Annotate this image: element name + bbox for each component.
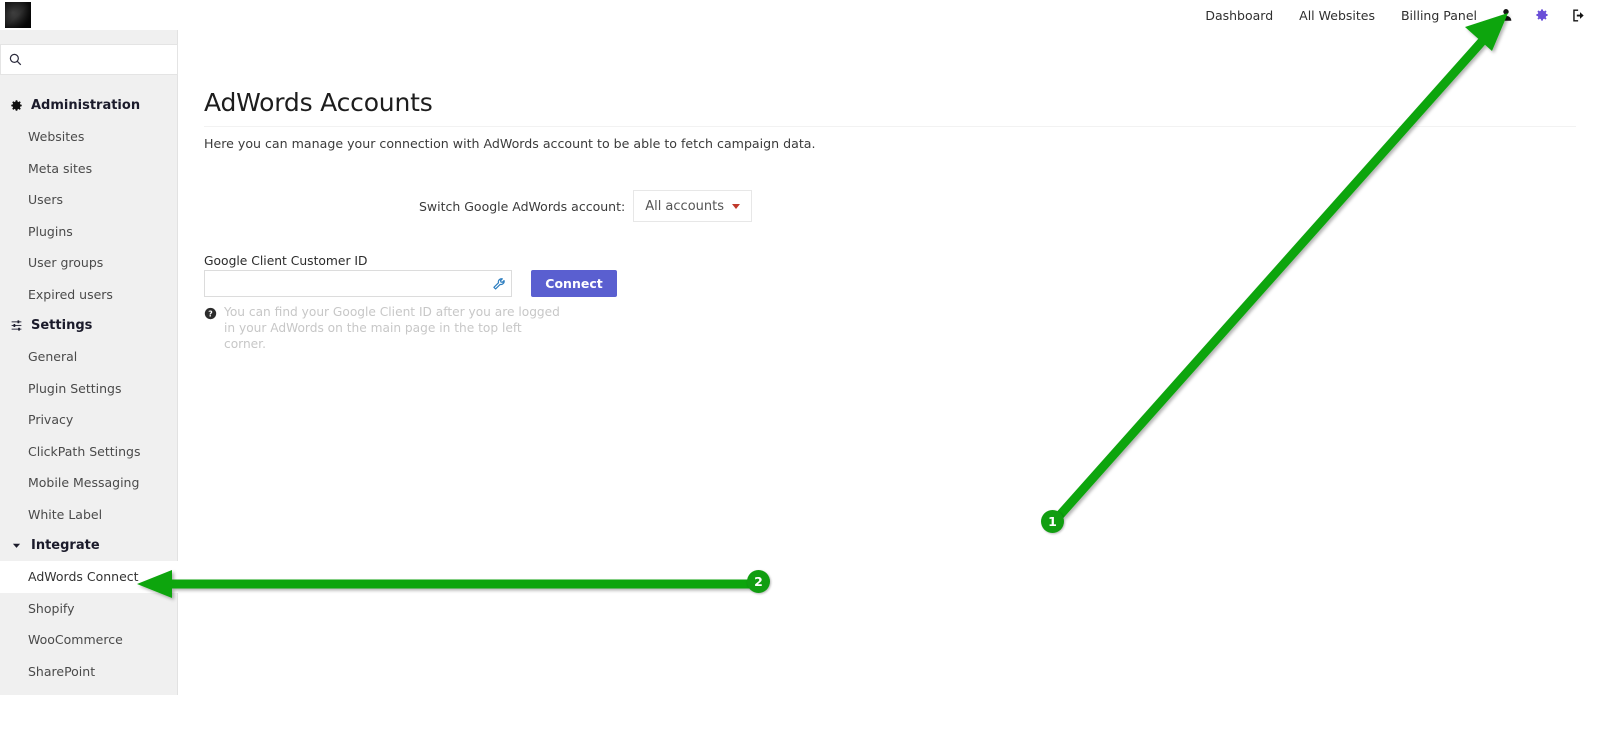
sidebar-item-clickpath-settings[interactable]: ClickPath Settings — [0, 436, 178, 468]
search-icon — [9, 53, 22, 66]
sidebar-item-sharepoint[interactable]: SharePoint — [0, 656, 178, 688]
logout-icon[interactable] — [1571, 8, 1586, 23]
sidebar-item-meta-sites[interactable]: Meta sites — [0, 153, 178, 185]
sidebar-item-shopify[interactable]: Shopify — [0, 593, 178, 625]
sidebar-section-label: Administration — [31, 98, 141, 113]
chevron-down-icon — [8, 541, 24, 550]
gear-icon — [8, 99, 24, 112]
page-title: AdWords Accounts — [204, 88, 433, 117]
user-icon[interactable] — [1499, 8, 1513, 22]
switch-account-label: Switch Google AdWords account: — [418, 198, 626, 214]
sidebar-item-websites[interactable]: Websites — [0, 121, 178, 153]
topnav-link-billing-panel[interactable]: Billing Panel — [1401, 8, 1477, 23]
client-customer-id-label: Google Client Customer ID — [204, 254, 368, 268]
sidebar-section-settings[interactable]: Settings — [0, 310, 178, 341]
top-navigation: Dashboard All Websites Billing Panel — [1179, 0, 1600, 30]
switch-account-dropdown[interactable]: All accounts — [633, 190, 752, 222]
sidebar-section-label: Integrate — [31, 538, 100, 553]
question-circle-icon: ? — [204, 305, 217, 324]
sidebar: Administration Websites Meta sites Users… — [0, 0, 178, 695]
sidebar-item-plugin-settings[interactable]: Plugin Settings — [0, 373, 178, 405]
client-id-hint-text: You can find your Google Client ID after… — [224, 305, 560, 351]
search-input-wrapper[interactable] — [0, 44, 178, 75]
sidebar-item-users[interactable]: Users — [0, 184, 178, 216]
gear-icon[interactable] — [1535, 8, 1549, 22]
sliders-icon — [8, 319, 24, 332]
annotation-badge-2: 2 — [747, 570, 770, 593]
app-logo[interactable] — [5, 2, 31, 28]
main-content: AdWords Accounts Here you can manage you… — [178, 30, 1600, 731]
client-customer-id-input[interactable] — [211, 271, 489, 296]
sidebar-section-label: Settings — [31, 318, 93, 333]
sidebar-item-adwords-connect[interactable]: AdWords Connect — [0, 561, 178, 593]
switch-account-row: Switch Google AdWords account: All accou… — [204, 190, 752, 222]
sidebar-section-integrate[interactable]: Integrate — [0, 530, 178, 561]
connect-button[interactable]: Connect — [531, 270, 617, 297]
client-id-hint: ? You can find your Google Client ID aft… — [204, 304, 564, 352]
sidebar-item-mobile-messaging[interactable]: Mobile Messaging — [0, 467, 178, 499]
wrench-icon[interactable] — [492, 277, 506, 291]
client-customer-id-field-wrapper[interactable] — [204, 270, 512, 297]
sidebar-item-expired-users[interactable]: Expired users — [0, 279, 178, 311]
app-root: Administration Websites Meta sites Users… — [0, 0, 1600, 731]
sidebar-item-general[interactable]: General — [0, 341, 178, 373]
switch-account-value: All accounts — [645, 198, 724, 214]
search-input[interactable] — [27, 51, 167, 68]
topnav-link-all-websites[interactable]: All Websites — [1299, 8, 1375, 23]
sidebar-item-user-groups[interactable]: User groups — [0, 247, 178, 279]
sidebar-item-privacy[interactable]: Privacy — [0, 404, 178, 436]
topnav-link-dashboard[interactable]: Dashboard — [1205, 8, 1273, 23]
annotation-badge-1: 1 — [1041, 510, 1064, 533]
connect-form-row: Connect — [204, 270, 617, 297]
svg-text:?: ? — [208, 309, 212, 318]
chevron-down-icon — [732, 203, 740, 209]
page-intro-text: Here you can manage your connection with… — [204, 136, 816, 151]
sidebar-item-plugins[interactable]: Plugins — [0, 216, 178, 248]
sidebar-item-woocommerce[interactable]: WooCommerce — [0, 624, 178, 656]
logo-container — [0, 0, 178, 30]
title-divider — [204, 126, 1576, 127]
sidebar-nav: Administration Websites Meta sites Users… — [0, 90, 178, 687]
sidebar-item-white-label[interactable]: White Label — [0, 499, 178, 531]
sidebar-section-administration[interactable]: Administration — [0, 90, 178, 121]
